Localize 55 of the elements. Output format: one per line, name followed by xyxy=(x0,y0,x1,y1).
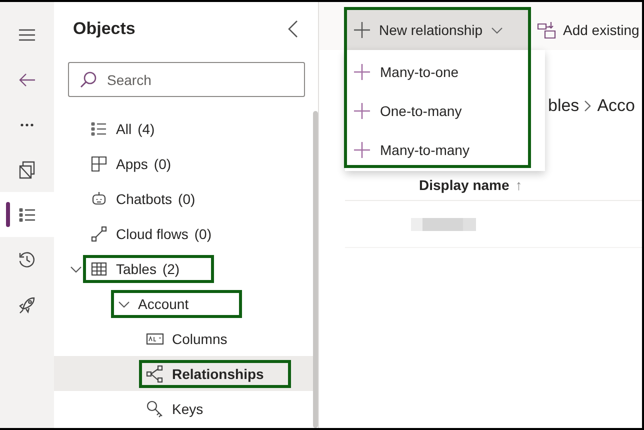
menu-item[interactable]: Many-to-one xyxy=(345,52,545,91)
count-label: (0) xyxy=(154,156,172,172)
plus-icon xyxy=(353,140,371,158)
tree-label: Keys xyxy=(172,400,204,416)
tree-item[interactable]: Apps (0) xyxy=(54,146,313,181)
key-icon xyxy=(146,400,164,418)
tree-item[interactable]: Cloud flows (0) xyxy=(54,216,313,251)
tree-label: All xyxy=(116,120,132,136)
tree-item[interactable]: Columns xyxy=(54,321,313,356)
relationship-icon xyxy=(146,364,164,382)
tree-item[interactable]: Tables (2) xyxy=(54,251,313,286)
breadcrumb-item[interactable]: bles xyxy=(548,96,580,116)
breadcrumb-item[interactable]: Acco xyxy=(597,96,635,116)
history-icon xyxy=(17,250,37,270)
rocket-icon xyxy=(17,294,37,314)
tree-label: Cloud flows xyxy=(116,226,188,242)
count-label: (0) xyxy=(194,226,212,242)
blurred-text xyxy=(411,218,476,230)
search-field[interactable]: Search xyxy=(68,62,305,97)
count-label: (0) xyxy=(178,190,196,206)
tree-label: Apps xyxy=(116,156,148,172)
count-label: (4) xyxy=(138,120,155,136)
rail-item[interactable] xyxy=(0,192,54,237)
tree-label: Account xyxy=(138,296,189,312)
add-existing-button[interactable]: Add existing xyxy=(537,10,640,50)
collapse-chevron-icon[interactable] xyxy=(286,19,300,39)
tree-item[interactable]: Keys xyxy=(54,391,313,426)
flow-icon xyxy=(90,224,108,242)
new-relationship-button[interactable]: New relationship xyxy=(345,10,529,50)
sort-indicator: ↑ xyxy=(515,177,522,193)
tree-item[interactable]: All (4) xyxy=(54,111,313,146)
column-title: Display name xyxy=(419,177,510,193)
tree-label: Columns xyxy=(172,330,228,346)
tree-label: Relationships xyxy=(172,366,264,382)
plus-icon xyxy=(353,62,371,80)
tree-label: Tables xyxy=(116,260,156,276)
scrollbar[interactable] xyxy=(313,111,318,428)
grid-icon xyxy=(90,154,108,172)
menu-item[interactable]: One-to-many xyxy=(345,91,545,130)
plus-icon xyxy=(353,102,371,120)
column-header[interactable]: Display name ↑ xyxy=(419,177,522,193)
tree-label: Chatbots xyxy=(116,190,172,206)
tree-item[interactable]: Account xyxy=(54,286,313,321)
book-icon xyxy=(17,160,37,180)
bot-icon xyxy=(90,190,108,208)
list-icon xyxy=(90,120,108,138)
tree-item[interactable]: Chatbots (0) xyxy=(54,181,313,216)
menu-item[interactable]: Many-to-many xyxy=(345,130,545,169)
panel-title: Objects xyxy=(73,19,136,39)
table-icon xyxy=(90,260,108,278)
plus-icon xyxy=(353,21,371,39)
add-existing-icon xyxy=(537,21,557,39)
count-label: (2) xyxy=(162,260,180,276)
breadcrumb-chevron-icon xyxy=(583,99,594,113)
tree-item[interactable]: Relationships xyxy=(54,356,313,391)
